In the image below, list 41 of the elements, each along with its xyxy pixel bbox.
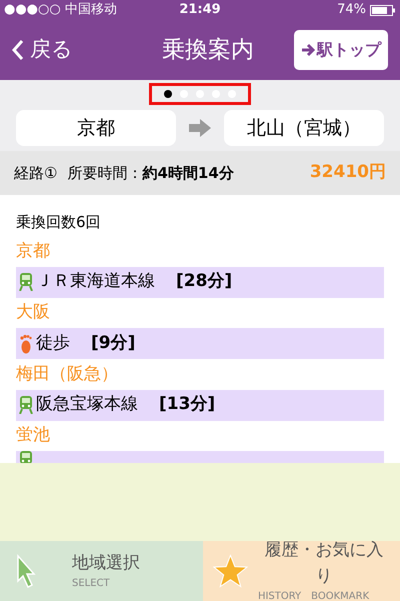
route-label: 経路① [14,162,58,184]
battery-text: 74% [337,1,366,20]
segment-time: [13分] [159,393,216,416]
route-segment[interactable]: 徒歩 [9分] [16,328,384,360]
segment-time: [9分] [91,332,136,355]
tab-button[interactable]: 地域選択 SELECT [0,541,203,601]
fare-text: 32410円 [310,161,386,184]
tab-sublabel: HISTORY BOOKMARK [258,590,370,601]
train-icon [19,273,33,292]
route-segment[interactable] [16,451,384,463]
footprint-icon [19,334,33,354]
segment-time: [28分] [176,270,232,294]
destination-field[interactable]: 北山（宮城） [224,110,384,146]
cursor-icon [16,554,36,588]
star-icon [213,554,248,588]
tab-label: 履歴・お気に入り [263,539,384,588]
carrier-text: ●●●○○ 中国移动 [4,1,118,20]
back-button[interactable]: 戻る [12,34,122,66]
tab-label: 地域選択 [72,552,140,575]
arrow-right-icon [188,119,212,137]
chevron-left-icon [12,39,24,61]
train-icon [19,396,33,414]
tab-sublabel: SELECT [72,577,110,592]
station-name: 大阪 [16,301,51,324]
station-top-button[interactable]: 駅トップ [294,30,388,70]
origin-field[interactable]: 京都 [16,110,176,146]
line-name: 徒歩 [36,332,70,355]
line-name: 阪急宝塚本線 [36,393,138,416]
screen-title: 乗換案内 [161,36,255,65]
duration-text: 所要時間：約4時間14分 [67,162,234,184]
station-name: 蛍池 [16,424,51,448]
battery-icon [370,4,396,16]
station-name: 京都 [16,240,51,263]
line-name: ＪＲ東海道本線 [36,270,155,294]
clock-text: 21:49 [179,1,221,20]
arrow-right-icon [301,43,315,57]
tab-button[interactable]: 履歴・お気に入り HISTORY BOOKMARK [203,541,400,601]
route-segment[interactable]: ＪＲ東海道本線 [28分] [16,266,384,298]
transfer-count: 乗換回数6回 [16,212,102,234]
route-segment[interactable]: 阪急宝塚本線 [13分] [16,390,384,421]
station-name: 梅田（阪急） [16,362,119,386]
